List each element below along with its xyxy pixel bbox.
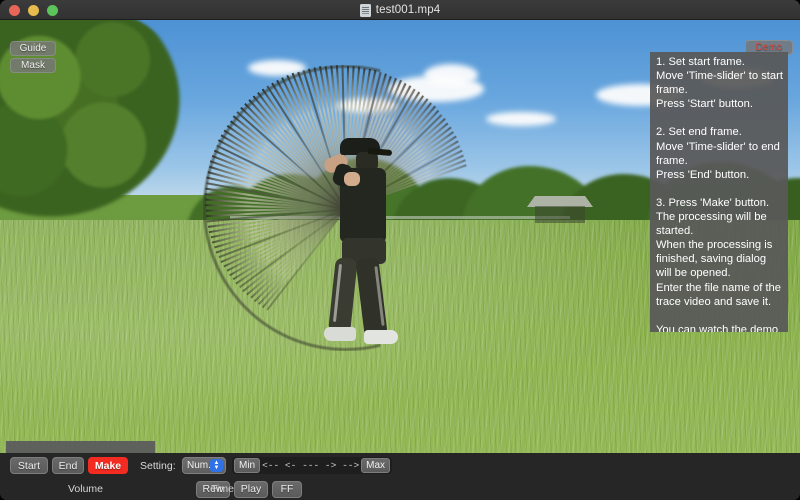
step-back-large-button[interactable]: <--: [261, 458, 280, 473]
guide-button[interactable]: Guide: [10, 41, 56, 56]
subject-person: [318, 138, 428, 350]
instructions-panel: 1. Set start frame. Move 'Time-slider' t…: [650, 52, 788, 332]
volume-label: Volume: [68, 483, 104, 495]
window-title: test001.mp4: [375, 4, 441, 16]
cloud: [336, 98, 398, 113]
start-button[interactable]: Start: [10, 457, 48, 474]
step-back-button[interactable]: <-: [281, 458, 300, 473]
document-icon: [359, 3, 371, 17]
chevron-updown-icon: ▲ ▼: [210, 459, 223, 472]
window-title-group: test001.mp4: [0, 0, 800, 20]
min-button[interactable]: Min: [234, 458, 261, 473]
cloud: [248, 60, 306, 76]
mask-button[interactable]: Mask: [10, 58, 56, 73]
step-controls: Min <-- <- --- -> --> Max: [232, 457, 392, 474]
app-window: test001.mp4 Guide Mask Demo 1. Set start…: [0, 0, 800, 500]
transport-toolbar: Volume Rew Play FF Time: [0, 478, 800, 500]
title-bar: test001.mp4: [0, 0, 800, 20]
controls-toolbar: Start End Make Setting: Num... ▲ ▼ Min <-…: [0, 453, 800, 478]
play-button[interactable]: Play: [234, 480, 268, 498]
time-label: Time: [211, 483, 234, 495]
end-button[interactable]: End: [52, 457, 84, 474]
step-neutral-button[interactable]: ---: [301, 458, 320, 473]
pavilion: [527, 196, 593, 224]
video-canvas[interactable]: Guide Mask Demo 1. Set start frame. Move…: [0, 20, 800, 453]
step-forward-large-button[interactable]: -->: [341, 458, 360, 473]
max-button[interactable]: Max: [361, 458, 391, 473]
setting-label: Setting:: [140, 459, 176, 472]
cloud: [424, 64, 478, 86]
video-bottom-strip: [6, 441, 155, 453]
fast-forward-button[interactable]: FF: [272, 480, 302, 498]
make-button[interactable]: Make: [88, 457, 128, 474]
setting-select[interactable]: Num... ▲ ▼: [182, 457, 226, 474]
step-forward-button[interactable]: ->: [321, 458, 340, 473]
